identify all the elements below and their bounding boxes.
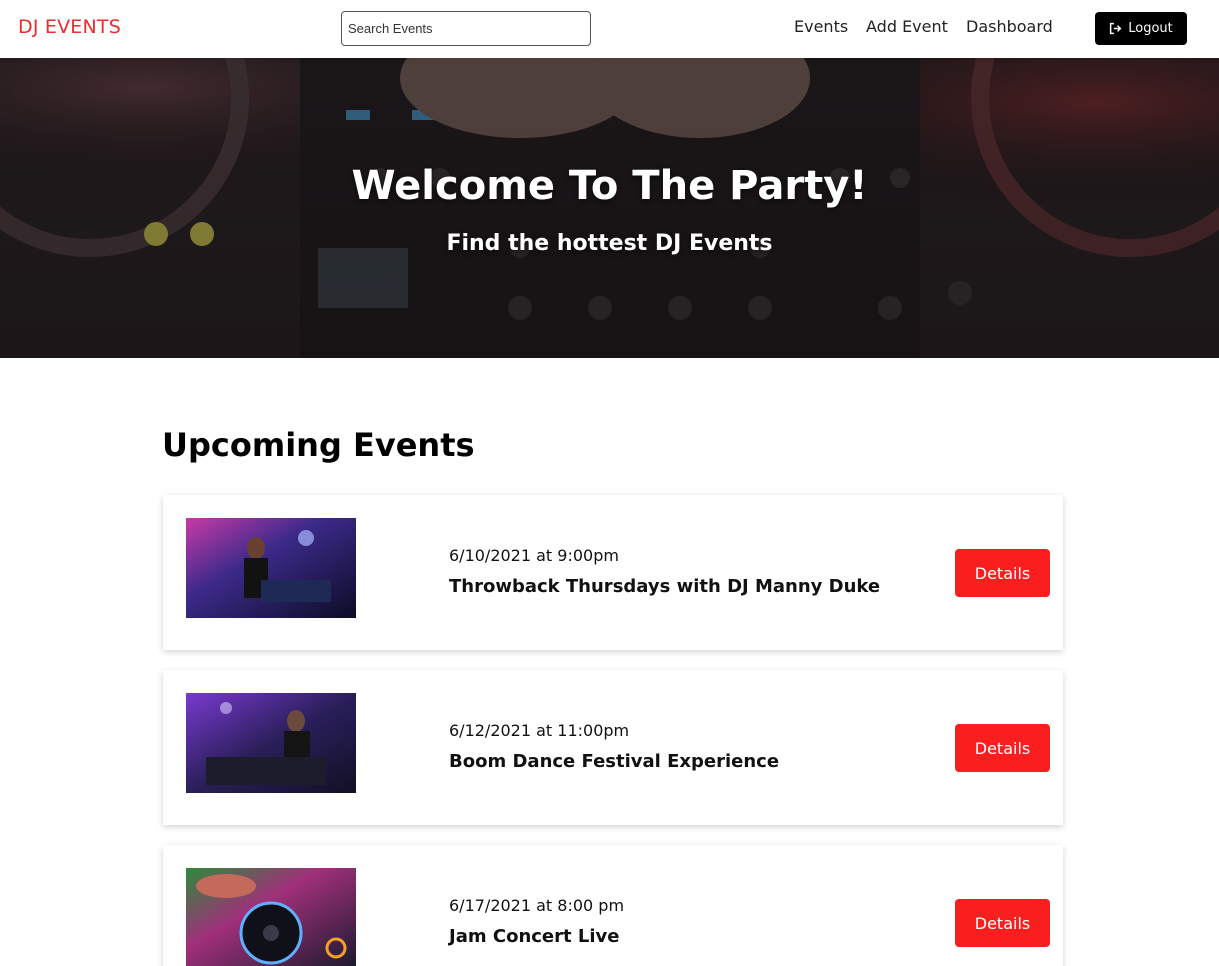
details-button[interactable]: Details: [955, 724, 1050, 772]
hero-banner: Welcome To The Party! Find the hottest D…: [0, 58, 1219, 358]
logout-button[interactable]: Logout: [1095, 12, 1187, 45]
section-title: Upcoming Events: [162, 426, 475, 464]
site-header: DJ EVENTS Events Add Event Dashboard Log…: [0, 0, 1219, 58]
event-date: 6/10/2021 at 9:00pm: [449, 546, 619, 565]
nav-add-event-link[interactable]: Add Event: [866, 17, 948, 36]
details-button[interactable]: Details: [955, 899, 1050, 947]
event-date: 6/12/2021 at 11:00pm: [449, 721, 630, 740]
event-title[interactable]: Jam Concert Live: [449, 926, 619, 947]
site-logo[interactable]: DJ EVENTS: [18, 16, 121, 38]
sign-out-icon: [1110, 22, 1122, 35]
hero-title: Welcome To The Party!: [351, 163, 868, 209]
event-title[interactable]: Throwback Thursdays with DJ Manny Duke: [449, 576, 880, 597]
event-card: 6/10/2021 at 9:00pm Throwback Thursdays …: [163, 495, 1063, 650]
nav-dashboard-link[interactable]: Dashboard: [966, 17, 1053, 36]
hero-subtitle: Find the hottest DJ Events: [446, 231, 773, 256]
nav-events-link[interactable]: Events: [794, 17, 848, 36]
event-date: 6/17/2021 at 8:00 pm: [449, 896, 625, 915]
event-thumbnail: [186, 518, 356, 618]
event-thumbnail: [186, 868, 356, 966]
logout-label: Logout: [1128, 21, 1173, 36]
event-thumbnail: [186, 693, 356, 793]
event-card: 6/12/2021 at 11:00pm Boom Dance Festival…: [163, 670, 1063, 825]
search-input[interactable]: [341, 11, 591, 46]
details-button[interactable]: Details: [955, 549, 1050, 597]
event-card: 6/17/2021 at 8:00 pm Jam Concert Live De…: [163, 845, 1063, 966]
event-title[interactable]: Boom Dance Festival Experience: [449, 751, 779, 772]
